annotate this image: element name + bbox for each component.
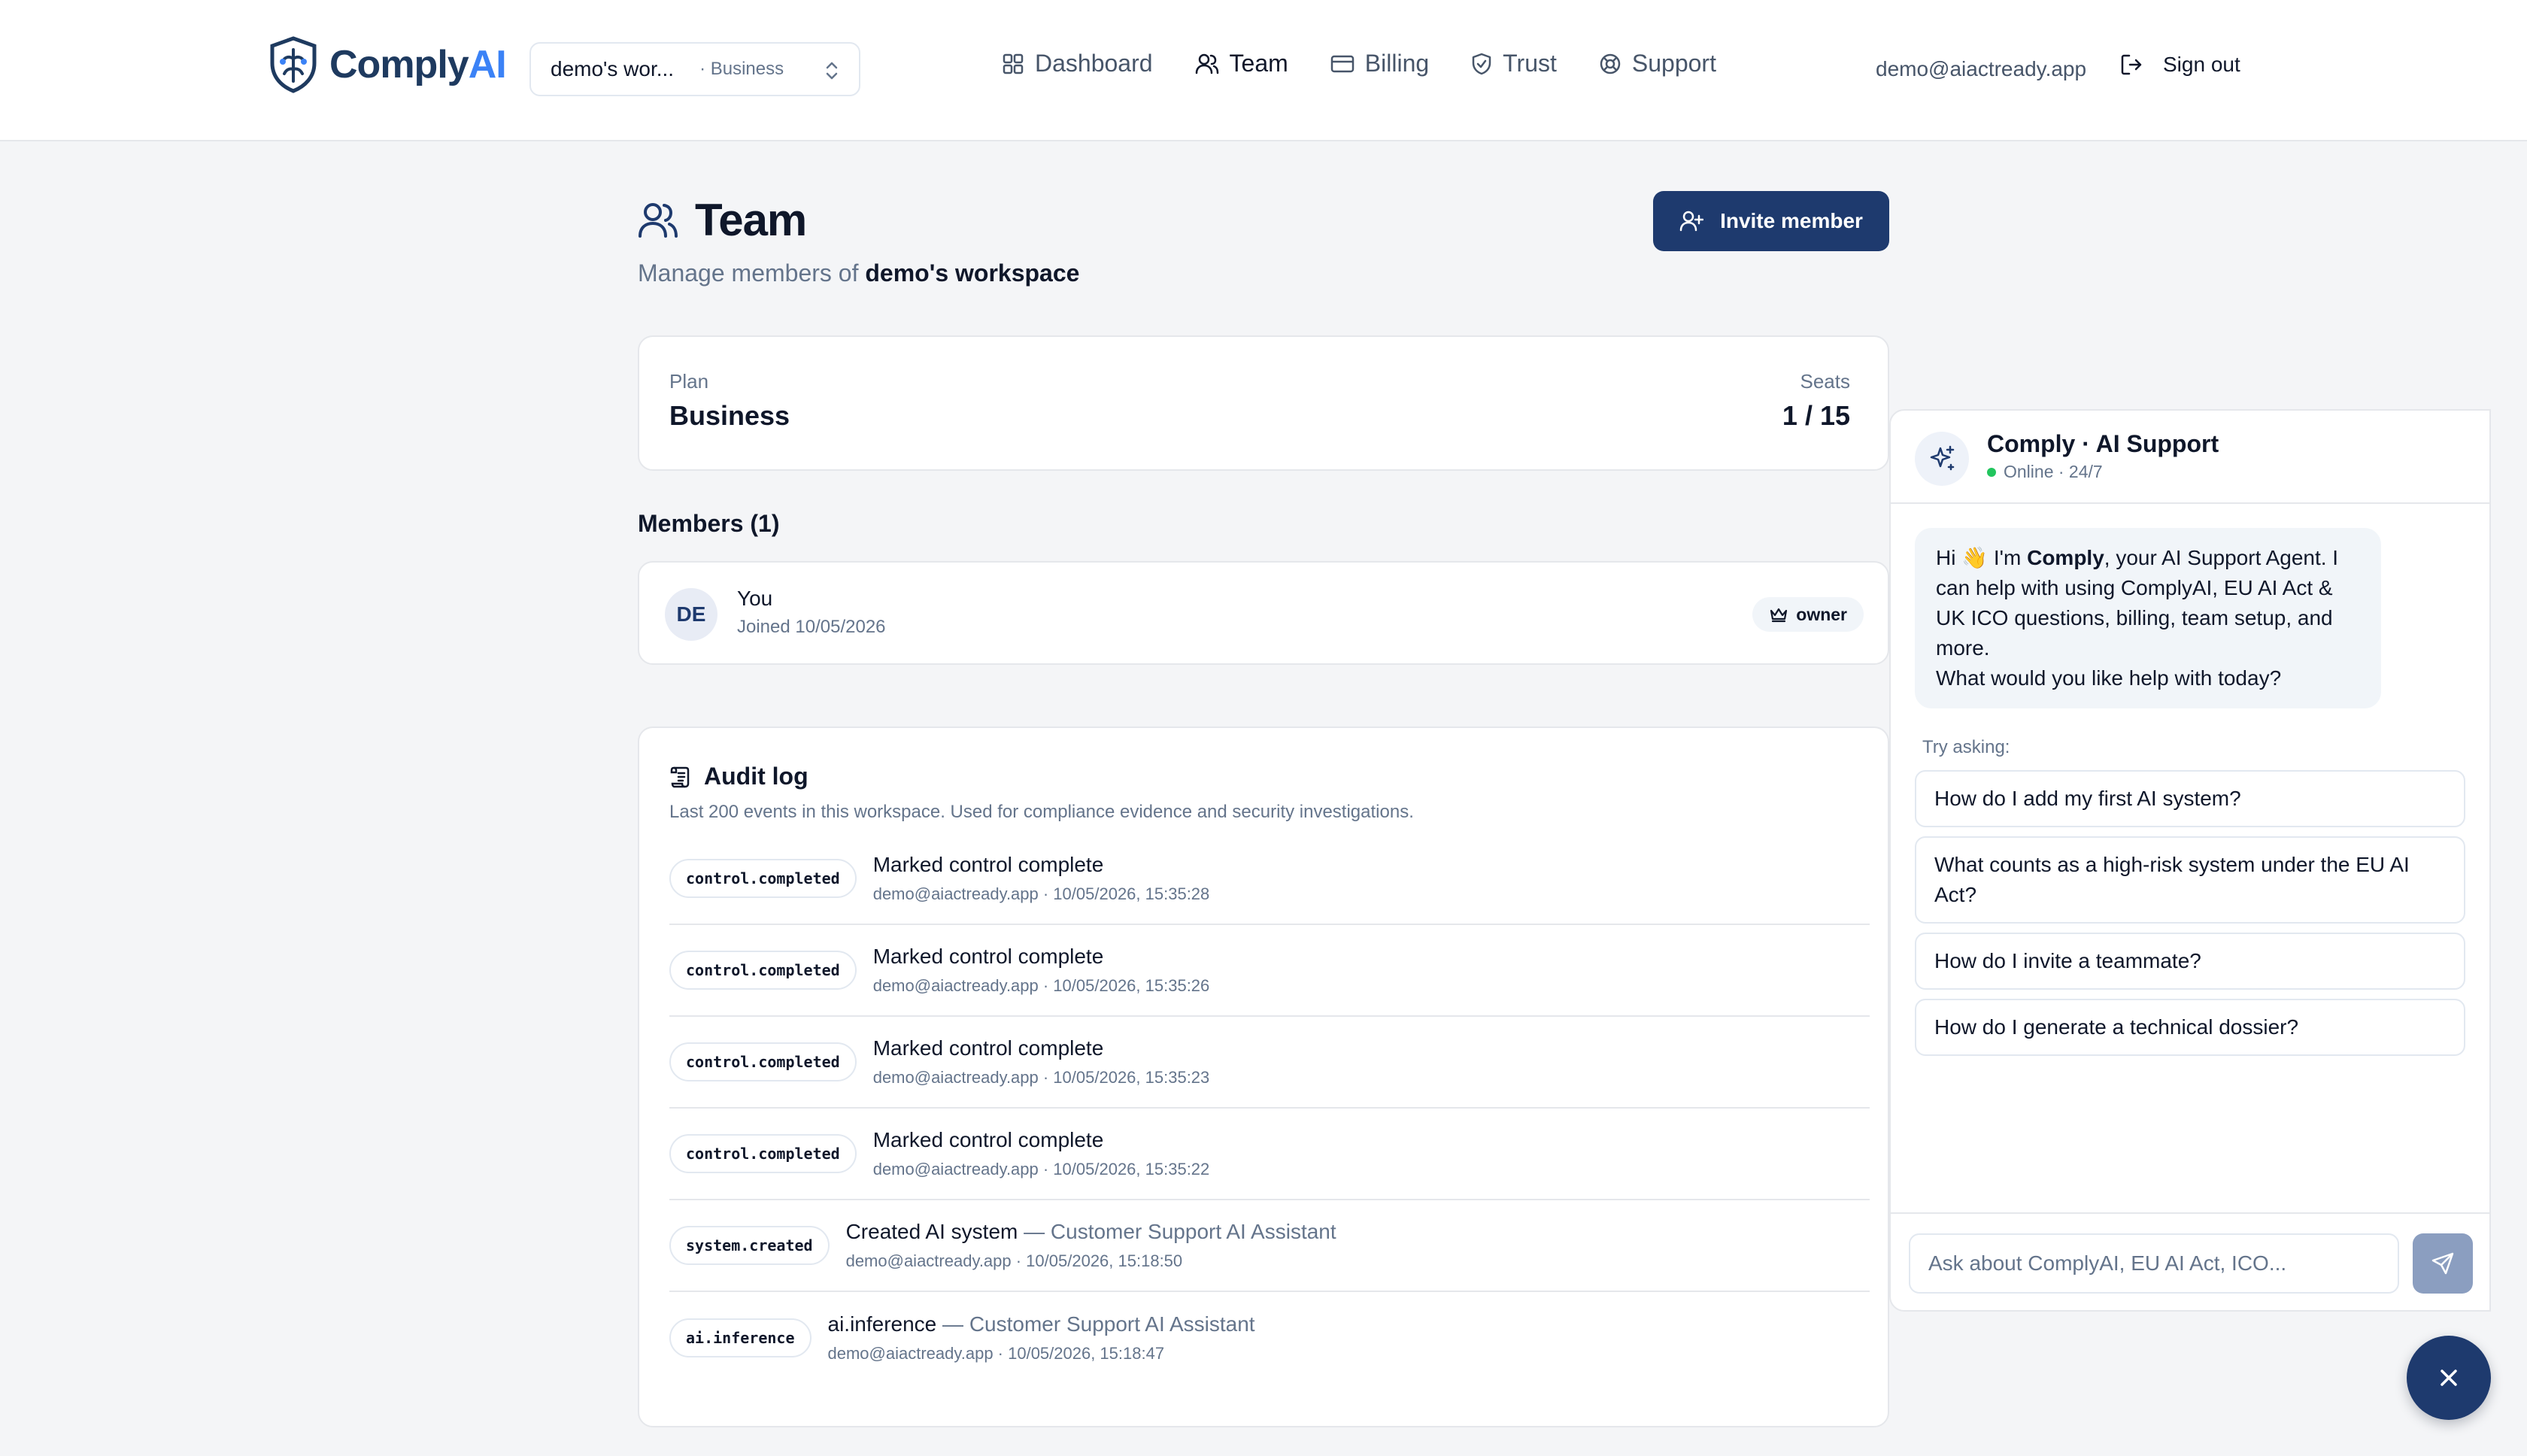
audit-event-row: control.completed Marked control complet… (669, 925, 1870, 1017)
audit-event-row: system.created Created AI system — Custo… (669, 1200, 1870, 1292)
audit-event-row: control.completed Marked control complet… (669, 1109, 1870, 1200)
audit-log-card: Audit log Last 200 events in this worksp… (638, 726, 1889, 1427)
nav-trust[interactable]: Trust (1471, 50, 1557, 77)
support-chat-panel: Comply · AI Support Online · 24/7 Hi 👋 I… (1889, 409, 2491, 1312)
brand-logo[interactable]: ComplyAI (268, 36, 507, 93)
workspace-name: demo's wor... (551, 57, 675, 80)
grid-icon (1002, 53, 1024, 75)
chevron-up-down-icon (823, 60, 841, 81)
send-icon (2430, 1251, 2456, 1276)
event-meta: demo@aiactready.app · 10/05/2026, 15:35:… (872, 1160, 1210, 1178)
audit-log-title: Audit log (704, 763, 808, 790)
audit-log-description: Last 200 events in this workspace. Used … (669, 802, 1414, 822)
nav-dashboard[interactable]: Dashboard (1002, 50, 1153, 77)
event-target: — Customer Support AI Assistant (1024, 1220, 1336, 1243)
online-status-dot (1987, 467, 1996, 477)
role-badge: owner (1752, 597, 1864, 632)
avatar: DE (665, 588, 717, 641)
audit-event-row: control.completed Marked control complet… (669, 1017, 1870, 1109)
user-plus-icon (1679, 210, 1704, 232)
event-meta: demo@aiactready.app · 10/05/2026, 15:35:… (872, 1068, 1210, 1087)
event-meta: demo@aiactready.app · 10/05/2026, 15:18:… (845, 1251, 1183, 1270)
suggestion-chip[interactable]: How do I invite a teammate? (1915, 933, 2465, 990)
workspace-plan: · Business (699, 59, 784, 79)
assistant-message: Hi 👋 I'm Comply, your AI Support Agent. … (1915, 528, 2381, 708)
nav-support[interactable]: Support (1599, 50, 1716, 77)
suggestion-chip[interactable]: What counts as a high-risk system under … (1915, 836, 2465, 924)
send-button[interactable] (2413, 1233, 2473, 1294)
main-nav: Dashboard Team Billing Trust Support (1002, 50, 1716, 77)
sparkles-icon (1915, 432, 1969, 486)
event-action: Marked control complete (872, 1128, 1104, 1151)
event-type-badge: control.completed (669, 1042, 857, 1081)
chat-header: Comply · AI Support Online · 24/7 (1891, 411, 2489, 504)
life-buoy-icon (1599, 53, 1621, 75)
close-chat-button[interactable] (2407, 1336, 2491, 1420)
event-type-badge: control.completed (669, 859, 857, 898)
shield-logo-icon (268, 36, 319, 93)
suggestion-list: How do I add my first AI system? What co… (1915, 770, 2465, 1065)
workspace-name-highlight: demo's workspace (865, 259, 1080, 287)
chat-status: Online · 24/7 (1987, 462, 2103, 482)
event-meta: demo@aiactready.app · 10/05/2026, 15:35:… (872, 884, 1210, 903)
brand-name: ComplyAI (329, 43, 507, 86)
seats-label: Seats (1800, 370, 1851, 393)
users-icon (638, 202, 678, 239)
event-type-badge: system.created (669, 1226, 830, 1265)
audit-event-row: control.completed Marked control complet… (669, 833, 1870, 925)
page-header: Team Manage members of demo's workspace (638, 194, 1079, 287)
users-icon (1195, 53, 1219, 75)
close-icon (2434, 1363, 2464, 1393)
page-title: Team (695, 195, 807, 245)
crown-icon (1769, 606, 1788, 623)
event-action: ai.inference (827, 1312, 937, 1336)
chat-input[interactable] (1909, 1233, 2399, 1294)
event-action: Marked control complete (872, 1036, 1104, 1060)
plan-card: Plan Business Seats 1 / 15 (638, 335, 1889, 471)
top-nav-bar: ComplyAI demo's wor... · Business Dashbo… (0, 0, 2527, 141)
chat-composer (1891, 1212, 2489, 1313)
member-joined-date: Joined 10/05/2026 (737, 617, 886, 637)
event-target: — Customer Support AI Assistant (942, 1312, 1255, 1336)
member-name: You (737, 587, 773, 610)
plan-label: Plan (669, 370, 709, 393)
nav-team[interactable]: Team (1195, 50, 1288, 77)
credit-card-icon (1330, 54, 1355, 74)
event-action: Marked control complete (872, 853, 1104, 876)
event-action: Marked control complete (872, 945, 1104, 968)
scroll-text-icon (669, 765, 692, 789)
sign-out-button[interactable]: Sign out (2119, 53, 2240, 77)
event-type-badge: control.completed (669, 1134, 857, 1173)
workspace-switcher[interactable]: demo's wor... · Business (529, 42, 860, 96)
try-asking-label: Try asking: (1922, 737, 2010, 757)
event-meta: demo@aiactready.app · 10/05/2026, 15:35:… (872, 976, 1210, 995)
event-meta: demo@aiactready.app · 10/05/2026, 15:18:… (827, 1344, 1165, 1363)
chat-title: Comply · AI Support (1987, 430, 2219, 457)
user-email: demo@aiactready.app (1876, 57, 2087, 80)
page-subtitle: Manage members of demo's workspace (638, 259, 1080, 287)
event-type-badge: ai.inference (669, 1318, 811, 1357)
log-out-icon (2119, 53, 2143, 77)
event-action: Created AI system (845, 1220, 1018, 1243)
members-heading: Members (1) (638, 510, 780, 537)
audit-event-row: ai.inference ai.inference — Customer Sup… (669, 1292, 1870, 1384)
suggestion-chip[interactable]: How do I add my first AI system? (1915, 770, 2465, 827)
seats-value: 1 / 15 (1782, 400, 1850, 431)
shield-check-icon (1471, 53, 1492, 75)
audit-event-list: control.completed Marked control complet… (669, 833, 1870, 1384)
invite-member-button[interactable]: Invite member (1653, 191, 1889, 251)
nav-billing[interactable]: Billing (1330, 50, 1429, 77)
plan-value: Business (669, 400, 790, 431)
event-type-badge: control.completed (669, 951, 857, 990)
suggestion-chip[interactable]: How do I generate a technical dossier? (1915, 999, 2465, 1056)
member-row: DE You Joined 10/05/2026 owner (638, 561, 1889, 665)
